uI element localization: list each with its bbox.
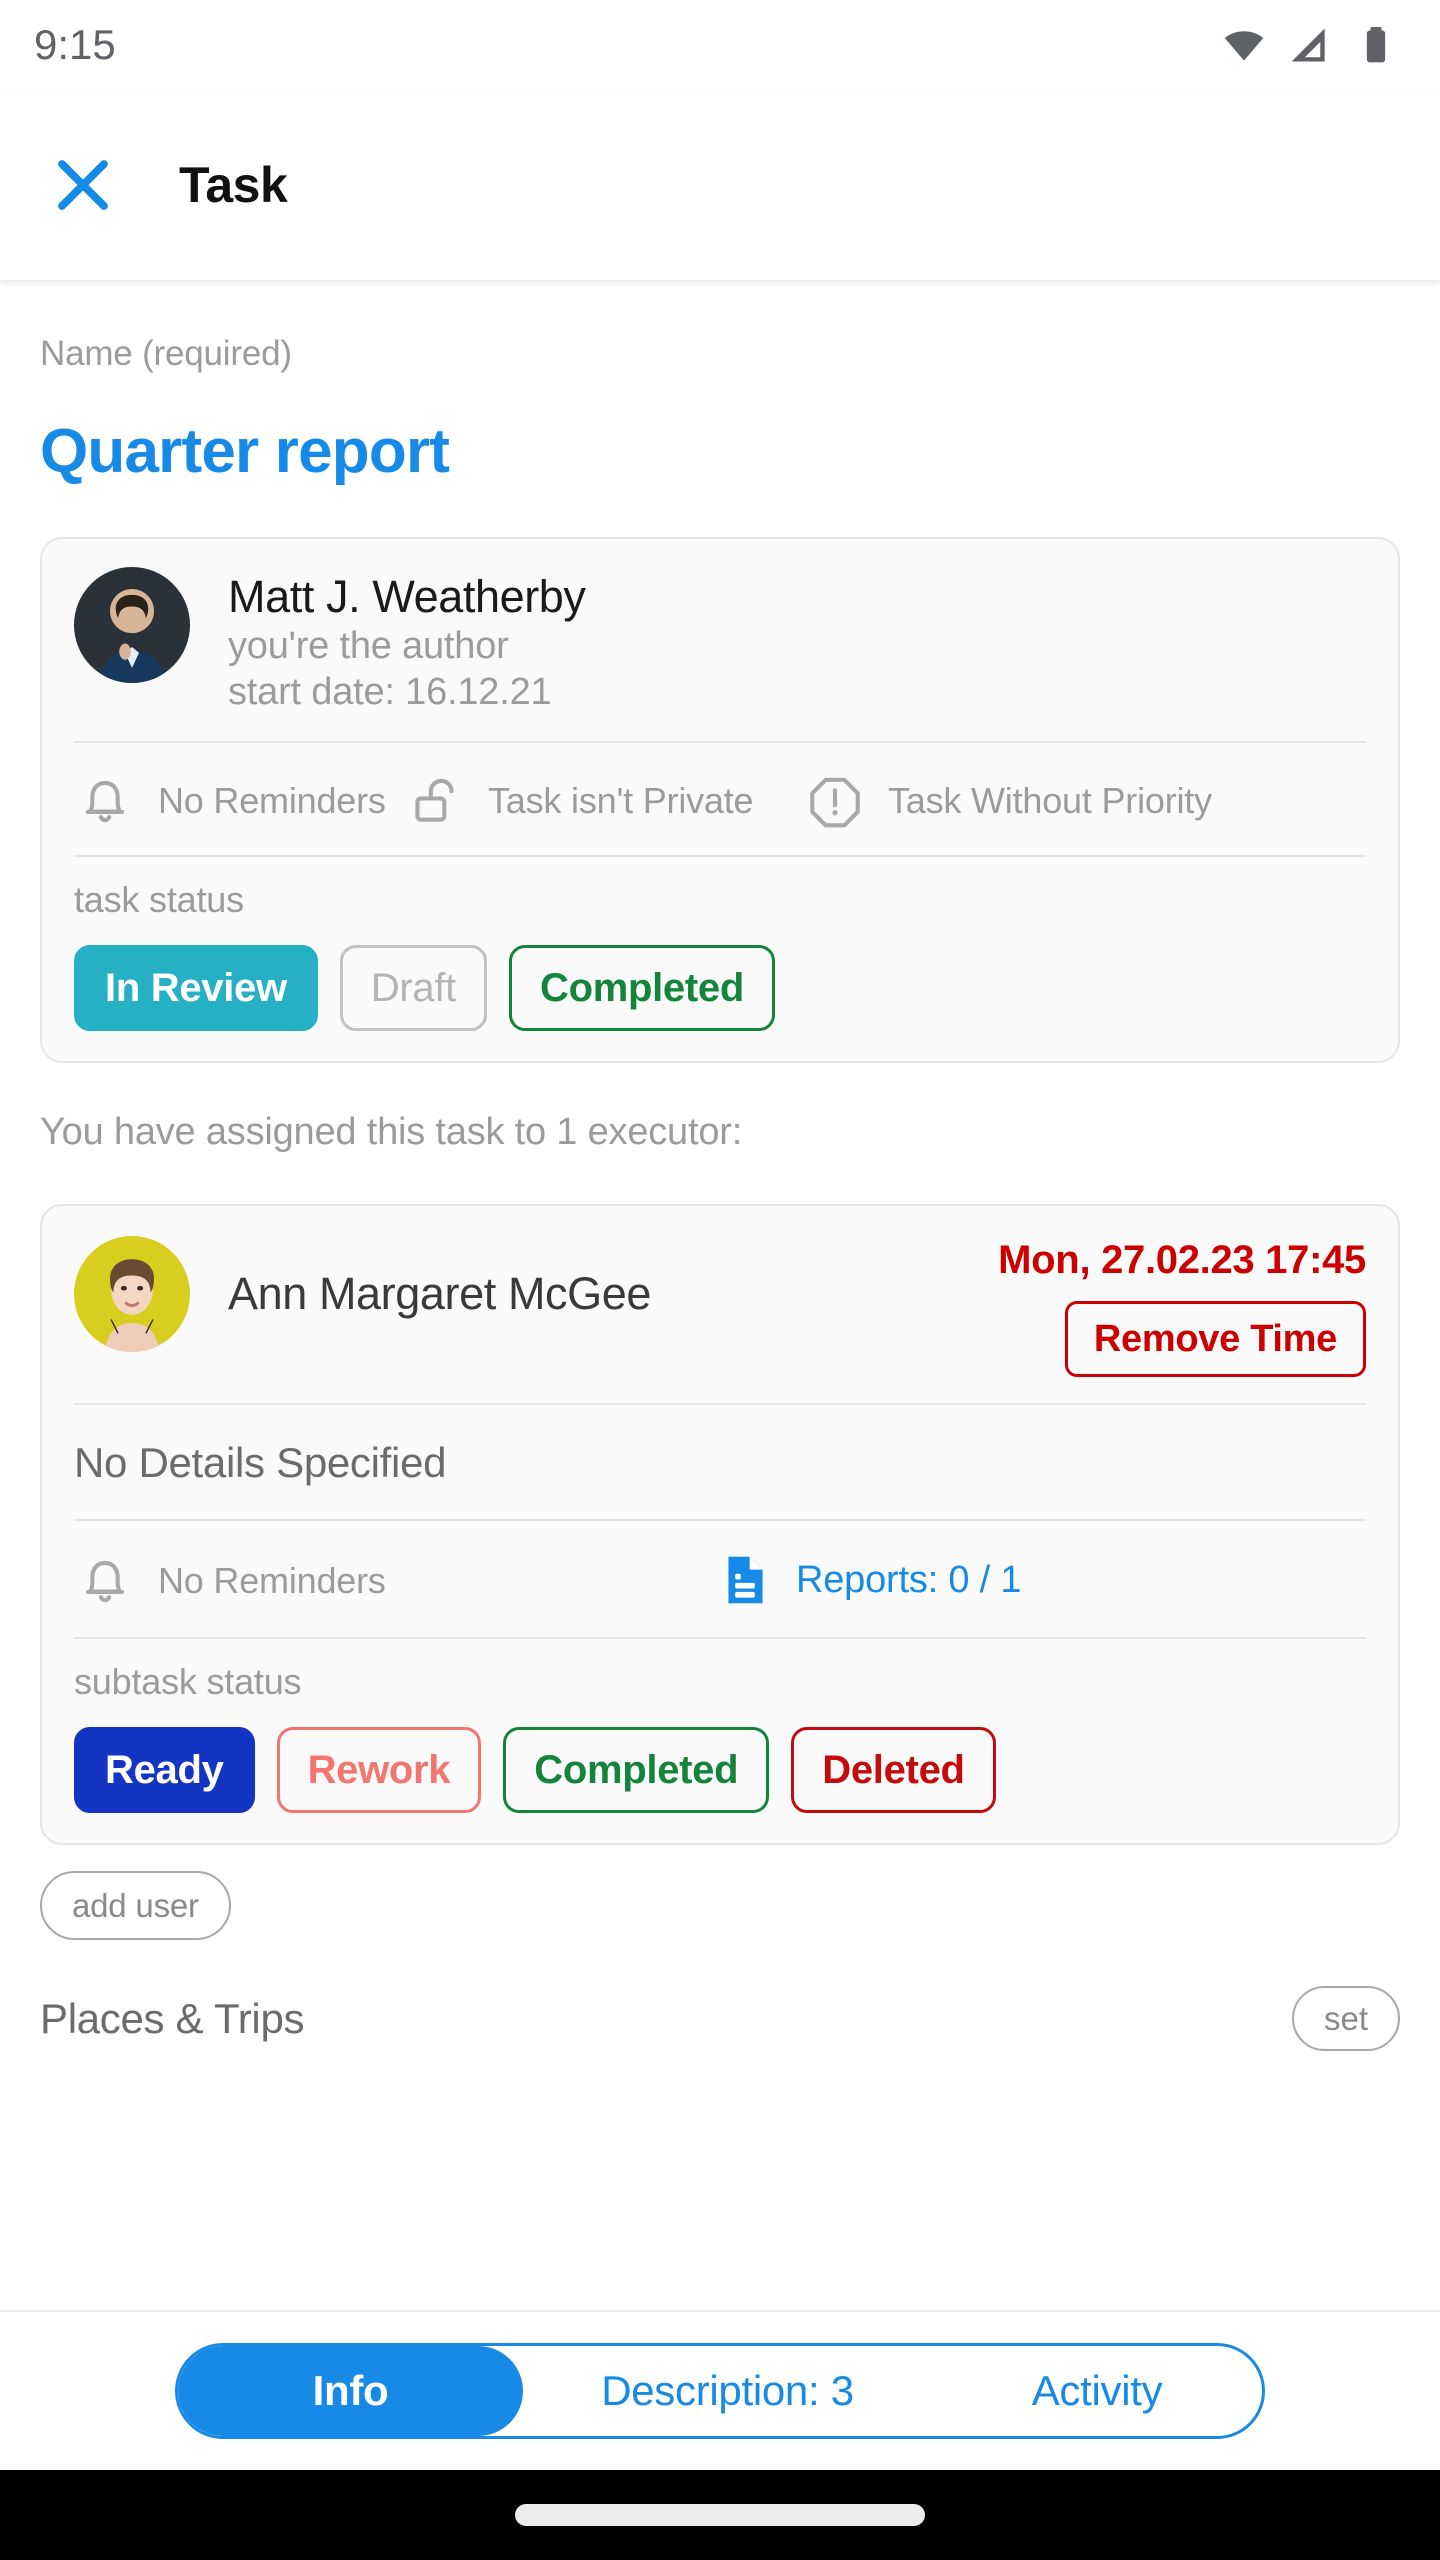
privacy-attribute[interactable]: Task isn't Private [404,769,804,831]
subtask-status-rework[interactable]: Rework [276,1727,482,1814]
executor-reminders-label: No Reminders [158,1559,386,1601]
bell-icon [74,769,136,831]
author-attributes: No Reminders Task isn't Private Task Wit… [74,743,1366,855]
status-bar-clock: 9:15 [34,21,116,68]
executor-details[interactable]: No Details Specified [74,1405,1366,1519]
task-status-options: In Review Draft Completed [74,945,1366,1032]
tab-info[interactable]: Info [178,2346,523,2436]
battery-icon [1354,23,1398,67]
author-card: Matt J. Weatherby you're the author star… [40,537,1400,1064]
home-gesture-pill[interactable] [515,2504,925,2526]
tab-activity[interactable]: Activity [932,2346,1262,2436]
segmented-control: Info Description: 3 Activity [175,2343,1265,2439]
page-title: Task [179,157,288,213]
name-field-label: Name (required) [40,334,292,373]
subtask-status-completed[interactable]: Completed [503,1727,770,1814]
executor-note: You have assigned this task to 1 executo… [40,1111,743,1154]
status-bar-icons [1222,23,1398,67]
executor-due-date[interactable]: Mon, 27.02.23 17:45 [998,1238,1366,1283]
author-avatar[interactable] [74,567,190,683]
task-status-in-review[interactable]: In Review [74,945,318,1032]
executor-schedule: Mon, 27.02.23 17:45 Remove Time [998,1236,1366,1378]
reminders-attribute[interactable]: No Reminders [74,769,404,831]
remove-time-button[interactable]: Remove Time [1064,1301,1366,1378]
author-start-date: start date: 16.12.21 [228,671,552,714]
priority-attribute[interactable]: Task Without Priority [804,769,1366,831]
places-and-trips-set-button[interactable]: set [1291,1986,1400,2052]
author-role: you're the author [228,624,509,667]
executor-name: Ann Margaret McGee [228,1268,651,1320]
places-and-trips-label: Places & Trips [40,1994,305,2042]
document-icon [714,1549,776,1611]
executor-identity: Ann Margaret McGee [74,1236,998,1353]
task-detail-screen: 9:15 Task Name (required) Quarter report… [0,0,1440,2560]
task-name-input[interactable]: Quarter report [40,416,1400,487]
bell-icon [74,1549,136,1611]
executor-attributes: No Reminders Reports: 0 / 1 [74,1521,1366,1637]
priority-label: Task Without Priority [888,779,1212,821]
task-status-draft[interactable]: Draft [339,945,487,1032]
priority-octagon-icon [804,769,866,831]
status-bar: 9:15 [0,0,1440,90]
executor-reports-label: Reports: 0 / 1 [796,1558,1022,1601]
reminders-label: No Reminders [158,779,386,821]
unlock-icon [404,769,466,831]
android-nav-bar [0,2470,1440,2560]
cell-signal-icon [1288,23,1332,67]
subtask-status-ready[interactable]: Ready [74,1727,255,1814]
add-user-button[interactable]: add user [40,1871,231,1941]
executor-header: Ann Margaret McGee Mon, 27.02.23 17:45 R… [74,1206,1366,1403]
bottom-tab-bar: Info Description: 3 Activity [0,2310,1440,2470]
task-status-completed[interactable]: Completed [509,945,775,1032]
scroll-content[interactable]: Name (required) Quarter report Matt J. W [0,280,1440,2310]
executor-card: Ann Margaret McGee Mon, 27.02.23 17:45 R… [40,1204,1400,1846]
tab-description[interactable]: Description: 3 [523,2346,932,2436]
task-status-block: task status In Review Draft Completed [74,857,1366,1061]
executor-reminders[interactable]: No Reminders [74,1549,714,1611]
app-bar: Task [0,90,1440,280]
executor-avatar[interactable] [74,1236,190,1353]
subtask-status-deleted[interactable]: Deleted [791,1727,996,1814]
subtask-status-label: subtask status [74,1661,302,1703]
subtask-status-block: subtask status Ready Rework Completed De… [74,1639,1366,1843]
subtask-status-options: Ready Rework Completed Deleted [74,1727,1366,1814]
author-meta: Matt J. Weatherby you're the author star… [228,567,586,715]
privacy-label: Task isn't Private [488,779,754,821]
executor-reports[interactable]: Reports: 0 / 1 [714,1549,1366,1611]
author-header: Matt J. Weatherby you're the author star… [74,539,1366,741]
task-status-label: task status [74,879,244,921]
author-name: Matt J. Weatherby [228,571,586,622]
wifi-icon [1222,23,1266,67]
close-icon[interactable] [40,142,126,228]
places-and-trips-row[interactable]: Places & Trips set [40,1986,1400,2052]
